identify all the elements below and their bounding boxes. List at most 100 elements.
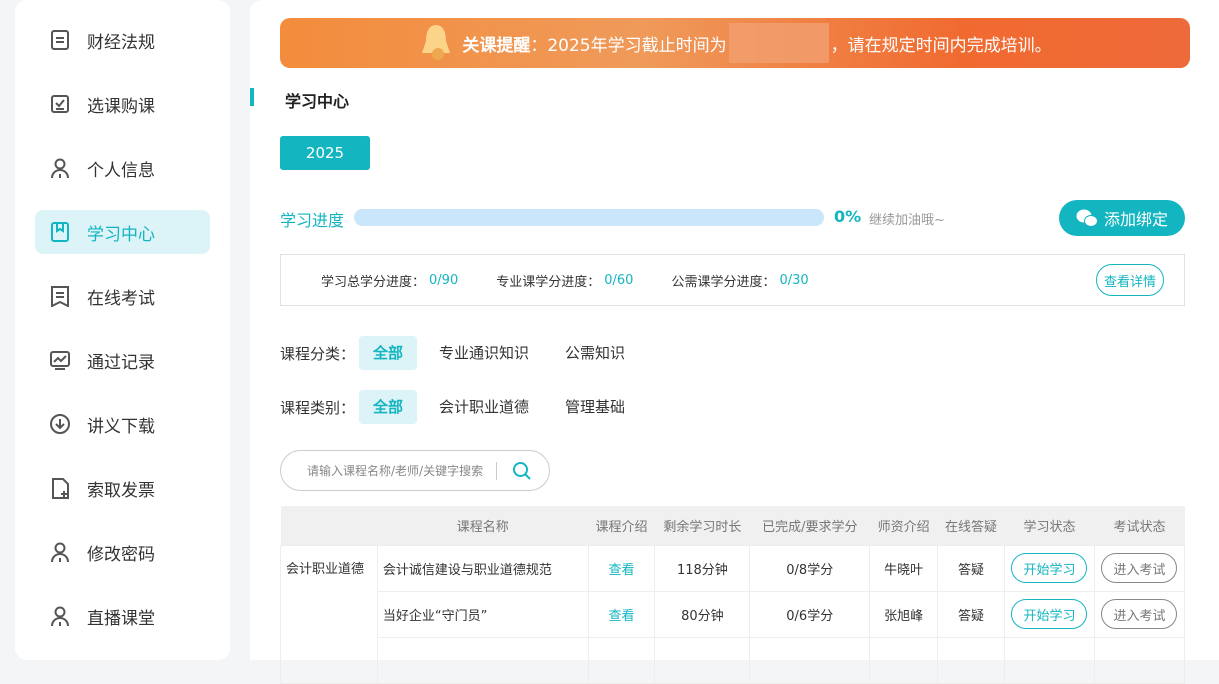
type-option[interactable]: 管理基础 [551,390,639,424]
credit-summary: 学习总学分进度： 0/90 专业课学分进度： 0/60 公需课学分进度： 0/30 查… [280,254,1185,306]
table-row: 当好企业“守门员” 查看 80分钟 0/6学分 张旭峰 答疑 开始学习 进入考试 [281,591,1185,637]
table-row: 会计职业道德会计诚信建设与职业道德规范 查看 118分钟 0/8学分 牛晓叶 答… [281,545,1185,591]
course-name: 会计诚信建设与职业道德规范 [377,545,588,591]
pro-credit-label: 专业课学分进度： [496,271,600,290]
redacted-date [729,23,829,63]
column-header: 在线答疑 [938,506,1005,545]
total-credit-value: 0/90 [429,273,458,288]
main-content: 关课提醒 ：2025年学习截止时间为 ，请在规定时间内完成培训。 学习中心 20… [250,0,1219,660]
credit-progress: 0/8学分 [750,545,870,591]
search-input[interactable] [307,464,492,478]
group-cell: 会计职业道德 [281,545,378,683]
intro-link[interactable]: 查看 [609,563,635,578]
total-credit-label: 学习总学分进度： [321,271,425,290]
category-filter-label: 课程分类： [280,343,355,364]
checkbox-icon [49,93,71,115]
sidebar-item-3[interactable]: 学习中心 [35,210,210,254]
search-divider [496,462,497,480]
sidebar-item-label: 修改密码 [87,540,155,565]
chart-icon [49,349,71,371]
search-icon[interactable] [512,461,532,481]
enter-exam-button[interactable]: 进入考试 [1101,553,1177,583]
credit-progress: 0/6学分 [750,591,870,637]
banner-title: 关课提醒 [462,31,530,56]
sidebar-item-label: 财经法规 [87,28,155,53]
book-icon [49,221,71,243]
type-filter: 课程类别： 全部 会计职业道德 管理基础 [280,390,647,424]
sidebar-item-2[interactable]: 个人信息 [35,146,210,190]
sidebar-item-9[interactable]: 直播课堂 [35,594,210,638]
download-icon [49,413,71,435]
course-table: 课程名称课程介绍剩余学习时长已完成/要求学分师资介绍在线答疑学习状态考试状态 会… [280,506,1185,684]
sidebar-item-label: 个人信息 [87,156,155,181]
document-icon [49,29,71,51]
add-binding-label: 添加绑定 [1104,206,1168,230]
sidebar-item-4[interactable]: 在线考试 [35,274,210,318]
category-filter: 课程分类： 全部 专业通识知识 公需知识 [280,336,647,370]
sidebar-item-6[interactable]: 讲义下载 [35,402,210,446]
banner-text-end: ，请在规定时间内完成培训。 [831,31,1052,56]
page-title: 学习中心 [285,88,349,112]
column-header: 课程介绍 [588,506,655,545]
type-option-all[interactable]: 全部 [359,390,417,424]
column-header: 课程名称 [377,506,588,545]
teacher-name[interactable]: 牛晓叶 [870,545,938,591]
sidebar-item-1[interactable]: 选课购课 [35,82,210,126]
pub-credit-value: 0/30 [779,273,808,288]
sidebar-item-label: 索取发票 [87,476,155,501]
progress-cheer: 继续加油哦~ [869,209,945,228]
wechat-icon [1076,208,1098,228]
sidebar-item-label: 学习中心 [87,220,155,245]
category-option[interactable]: 专业通识知识 [425,336,543,370]
progress-percent: 0% [834,207,861,226]
type-filter-label: 课程类别： [280,397,355,418]
sidebar: 财经法规选课购课个人信息学习中心在线考试通过记录讲义下载索取发票修改密码直播课堂 [15,0,230,660]
year-tab-2025[interactable]: 2025 [280,136,370,170]
exam-icon [49,285,71,307]
table-row [281,637,1185,683]
sidebar-item-label: 选课购课 [87,92,155,117]
sidebar-item-label: 讲义下载 [87,412,155,437]
sidebar-item-label: 在线考试 [87,284,155,309]
teacher-name[interactable]: 张旭峰 [870,591,938,637]
view-details-button[interactable]: 查看详情 [1096,264,1164,296]
remaining-time: 80分钟 [655,591,750,637]
column-header: 考试状态 [1094,506,1184,545]
user-icon [49,541,71,563]
intro-link[interactable]: 查看 [609,609,635,624]
enter-exam-button[interactable]: 进入考试 [1101,599,1177,629]
search-box [280,450,550,491]
add-binding-button[interactable]: 添加绑定 [1059,200,1185,236]
pub-credit-label: 公需课学分进度： [671,271,775,290]
bell-icon [418,22,454,64]
progress-label: 学习进度 [280,207,344,231]
type-option[interactable]: 会计职业道德 [425,390,543,424]
category-option-all[interactable]: 全部 [359,336,417,370]
remaining-time: 118分钟 [655,545,750,591]
sidebar-item-5[interactable]: 通过记录 [35,338,210,382]
column-header [281,506,378,545]
start-study-button[interactable]: 开始学习 [1011,599,1087,629]
column-header: 已完成/要求学分 [750,506,870,545]
column-header: 师资介绍 [870,506,938,545]
column-header: 剩余学习时长 [655,506,750,545]
sidebar-item-0[interactable]: 财经法规 [35,18,210,62]
title-accent [250,88,254,106]
deadline-banner: 关课提醒 ：2025年学习截止时间为 ，请在规定时间内完成培训。 [280,18,1190,68]
banner-text: ：2025年学习截止时间为 [530,31,726,56]
column-header: 学习状态 [1004,506,1094,545]
progress-bar [354,209,824,226]
user-icon [49,157,71,179]
sidebar-item-7[interactable]: 索取发票 [35,466,210,510]
qa-link[interactable]: 答疑 [938,545,1005,591]
sidebar-item-label: 通过记录 [87,348,155,373]
sidebar-item-8[interactable]: 修改密码 [35,530,210,574]
sidebar-item-label: 直播课堂 [87,604,155,629]
invoice-icon [49,477,71,499]
start-study-button[interactable]: 开始学习 [1011,553,1087,583]
course-name: 当好企业“守门员” [377,591,588,637]
pro-credit-value: 0/60 [604,273,633,288]
category-option[interactable]: 公需知识 [551,336,639,370]
qa-link[interactable]: 答疑 [938,591,1005,637]
table-header: 课程名称课程介绍剩余学习时长已完成/要求学分师资介绍在线答疑学习状态考试状态 [281,506,1185,545]
